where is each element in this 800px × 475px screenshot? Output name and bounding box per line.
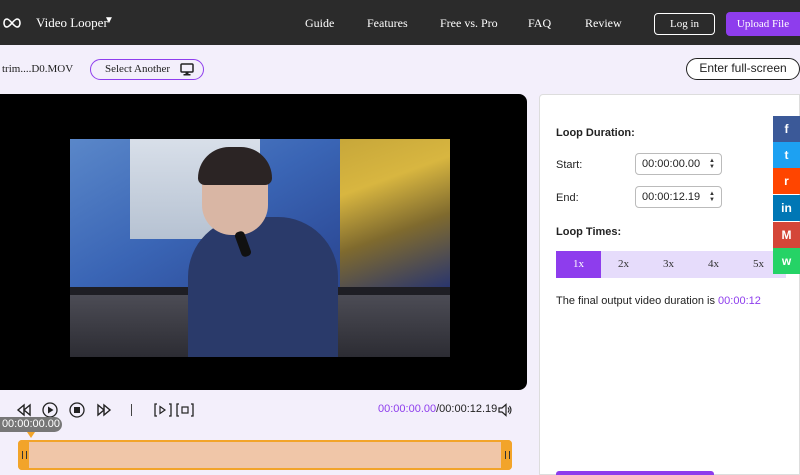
loop-option-2x[interactable]: 2x [601,251,646,278]
brand-dropdown-icon[interactable]: ▼ [104,15,114,26]
loop-times-selector: 1x 2x 3x 4x 5x [556,251,786,278]
twitter-icon[interactable]: t [773,142,800,168]
controls-separator [131,404,132,416]
singer-body [188,217,338,357]
linkedin-icon[interactable]: in [773,195,800,221]
timeline-track[interactable] [18,440,512,470]
nav-link-guide[interactable]: Guide [305,16,334,31]
loop-duration-heading: Loop Duration: [556,127,635,139]
nav-link-review[interactable]: Review [585,16,622,31]
playhead-marker[interactable] [27,432,35,438]
nav-link-faq[interactable]: FAQ [528,16,551,31]
end-label: End: [556,192,579,204]
end-time-input[interactable]: 00:00:12.19 ▲ ▼ [635,186,722,208]
login-button[interactable]: Log in [654,13,715,35]
start-time-value: 00:00:00.00 [642,158,701,170]
loop-video-button[interactable] [556,471,714,475]
timecode: 00:00:00.00/00:00:12.19 [378,403,497,415]
timeline-start-handle[interactable] [18,440,29,470]
led-screen [340,139,450,289]
select-another-label: Select Another [105,63,171,75]
total-time: /00:00:12.19 [436,403,498,415]
upload-file-button[interactable]: Upload File [726,12,800,36]
start-time-input[interactable]: 00:00:00.00 ▲ ▼ [635,153,722,175]
end-time-value: 00:00:12.19 [642,191,701,203]
timeline-end-handle[interactable] [501,440,512,470]
app-brand[interactable]: Video Looper [36,15,108,31]
loop-option-1x[interactable]: 1x [556,251,601,278]
monitor-icon [180,63,194,76]
facebook-icon[interactable]: f [773,116,800,142]
final-duration-text: The final output video duration is 00:00… [556,295,761,307]
singer-hair [198,147,272,185]
end-spinner-icon[interactable]: ▲ ▼ [709,191,715,203]
whatsapp-icon[interactable]: w [773,248,800,274]
start-spinner-icon[interactable]: ▲ ▼ [709,158,715,170]
loop-times-heading: Loop Times: [556,226,622,238]
play-icon[interactable] [42,402,58,418]
loop-settings-panel: Loop Duration: Start: 00:00:00.00 ▲ ▼ End… [539,94,800,475]
video-frame [70,139,450,357]
loop-option-4x[interactable]: 4x [691,251,736,278]
volume-icon[interactable] [497,402,513,418]
nav-link-free-vs-pro[interactable]: Free vs. Pro [440,16,498,31]
video-player[interactable] [0,94,527,390]
set-end-icon[interactable] [176,402,194,418]
rewind-icon[interactable] [16,402,32,418]
playhead-time-bubble: 00:00:00.00 [0,417,62,432]
nav-link-features[interactable]: Features [367,16,408,31]
enter-fullscreen-button[interactable]: Enter full-screen [686,58,800,80]
final-duration-label: The final output video duration is [556,295,719,307]
stop-icon[interactable] [69,402,85,418]
set-start-icon[interactable] [154,402,172,418]
reddit-icon[interactable]: r [773,168,800,194]
current-time: 00:00:00.00 [378,403,437,415]
gmail-icon[interactable]: M [773,222,800,248]
file-name: trim....D0.MOV [2,63,74,75]
loop-option-3x[interactable]: 3x [646,251,691,278]
select-another-button[interactable]: Select Another [90,59,204,80]
start-label: Start: [556,159,583,171]
top-nav: Video Looper ▼ Guide Features Free vs. P… [0,0,800,45]
final-duration-value: 00:00:12 [718,295,761,307]
loop-logo-icon[interactable] [2,14,22,32]
fast-forward-icon[interactable] [96,402,112,418]
